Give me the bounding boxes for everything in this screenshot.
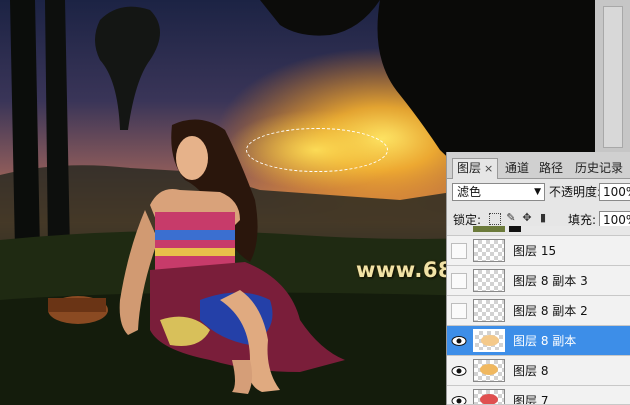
lock-all-icon[interactable]: ▮ — [537, 212, 549, 224]
lock-move-icon[interactable]: ✥ — [521, 212, 533, 224]
layer-thumbnail — [473, 329, 505, 352]
tab-paths[interactable]: 路径 — [535, 159, 567, 178]
layer-name: 图层 15 — [513, 244, 557, 258]
visibility-toggle[interactable] — [451, 363, 467, 379]
lock-brush-icon[interactable]: ✎ — [505, 212, 517, 224]
eye-icon — [451, 396, 467, 404]
layer-row-cut[interactable] — [447, 226, 630, 236]
visibility-toggle[interactable] — [451, 333, 467, 349]
blend-mode-value: 滤色 — [457, 185, 482, 199]
blend-mode-select[interactable]: 滤色 ▼ — [452, 183, 545, 201]
layer-row-selected[interactable]: 图层 8 副本 — [447, 326, 630, 356]
layer-mask-thumbnail — [509, 226, 521, 232]
visibility-toggle[interactable] — [451, 273, 467, 289]
lock-transparent-icon[interactable] — [489, 213, 501, 225]
layer-row[interactable]: 图层 8 副本 2 — [447, 296, 630, 326]
layer-thumbnail — [473, 359, 505, 382]
close-icon[interactable]: × — [484, 162, 493, 175]
layer-name: 图层 8 副本 — [513, 334, 577, 348]
opacity-label: 不透明度: — [549, 185, 602, 199]
eye-icon — [451, 336, 467, 346]
tab-paths-label: 路径 — [539, 161, 564, 175]
layer-thumbnail — [473, 299, 505, 322]
layer-list: 图层 15 图层 8 副本 3 图层 8 副本 2 图层 8 副本 图层 8 图… — [447, 226, 630, 405]
visibility-toggle[interactable] — [451, 303, 467, 319]
layer-name: 图层 8 副本 3 — [513, 274, 588, 288]
tab-history-label: 历史记录 — [575, 161, 624, 175]
layer-thumbnail — [473, 389, 505, 404]
visibility-toggle[interactable] — [451, 243, 467, 259]
layer-row[interactable]: 图层 8 — [447, 356, 630, 386]
panel-tabs: 图层 × 通道 路径 历史记录 — [447, 152, 630, 179]
layers-panel: 图层× 通道 路径 历史记录 滤色 ▼ 不透明度: 100% 锁定: ✎ ✥ ▮… — [446, 152, 630, 405]
tab-layers[interactable]: 图层 × — [452, 158, 499, 179]
vertical-scrollbar[interactable] — [603, 6, 623, 148]
visibility-toggle[interactable] — [451, 393, 467, 404]
layer-row[interactable]: 图层 8 副本 3 — [447, 266, 630, 296]
layer-row[interactable]: 图层 15 — [447, 236, 630, 266]
layer-row[interactable]: 图层 7 — [447, 386, 630, 405]
eye-icon — [451, 366, 467, 376]
opacity-input[interactable]: 100% — [599, 183, 630, 201]
layer-thumbnail — [473, 226, 505, 232]
layer-name: 图层 8 — [513, 364, 549, 378]
tab-history[interactable]: 历史记录 — [571, 159, 627, 178]
tab-layers-label: 图层 — [457, 161, 482, 175]
elliptical-selection-marquee[interactable] — [246, 128, 388, 172]
tab-channels-label: 通道 — [505, 161, 530, 175]
chevron-down-icon: ▼ — [534, 187, 541, 197]
layer-name: 图层 8 副本 2 — [513, 304, 588, 318]
layer-name: 图层 7 — [513, 394, 549, 405]
layer-thumbnail — [473, 269, 505, 292]
layer-thumbnail — [473, 239, 505, 262]
blend-opacity-row: 滤色 ▼ 不透明度: 100% — [447, 181, 630, 205]
tab-channels[interactable]: 通道 — [501, 159, 533, 178]
window-edge-strip — [595, 0, 630, 152]
